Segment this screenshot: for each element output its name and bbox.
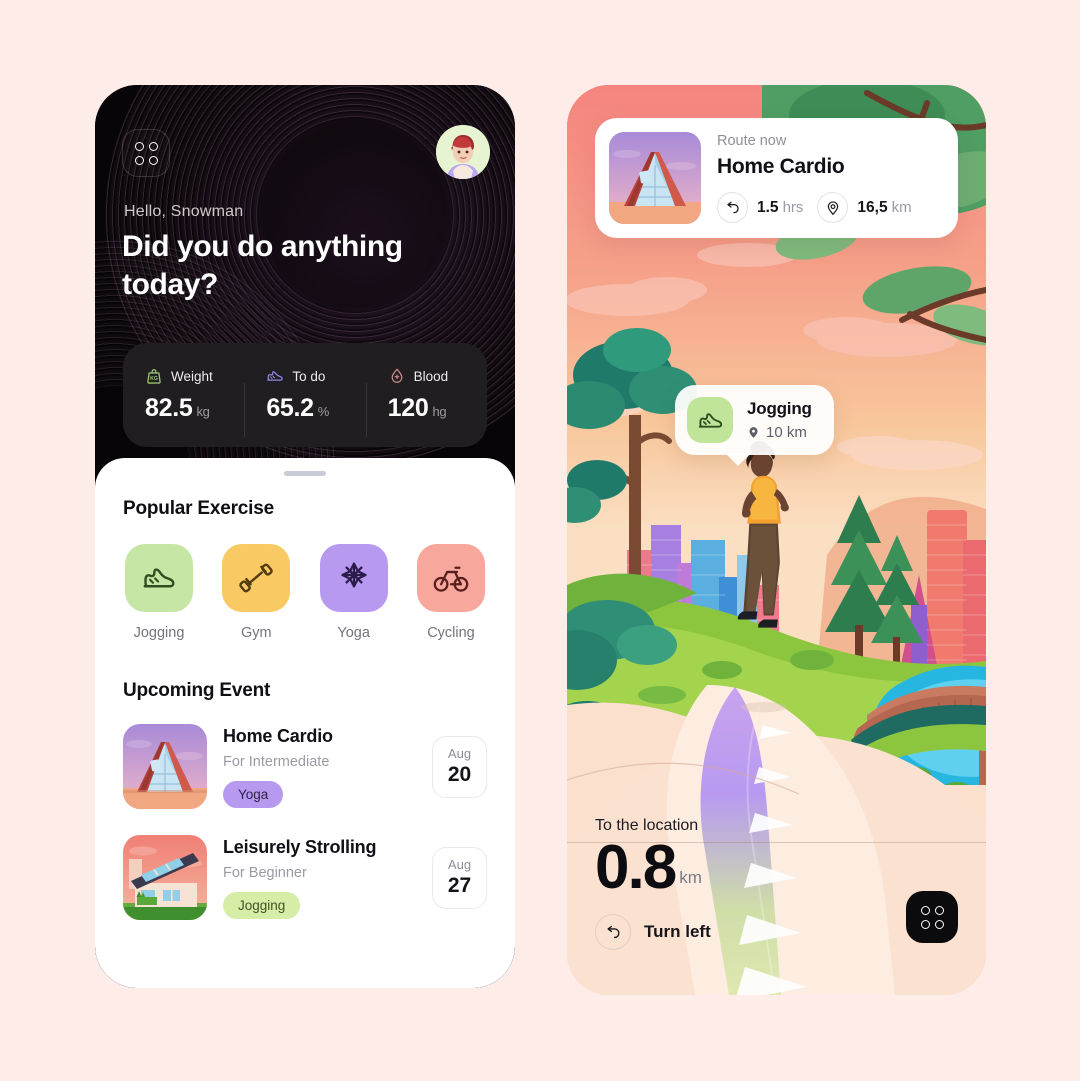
stat-unit: hg	[432, 404, 447, 419]
bottom-sheet: Popular Exercise Jogging Gym Yoga Cyclin…	[95, 458, 515, 988]
upcoming-event-title: Upcoming Event	[123, 680, 271, 701]
stat-todo[interactable]: To do 65.2%	[244, 367, 365, 437]
modern-house-illustration	[123, 835, 207, 920]
stat-blood[interactable]: Blood 120 hg	[365, 367, 487, 437]
shoe-icon	[267, 371, 284, 381]
weight-bag-icon: KG	[147, 369, 161, 384]
tooltip-icon-tile	[687, 397, 733, 443]
stat-unit: %	[317, 404, 330, 419]
exercise-item-gym[interactable]: Gym	[222, 544, 291, 641]
a-frame-house-thumb	[609, 132, 701, 224]
exercise-item-yoga[interactable]: Yoga	[319, 544, 388, 641]
bicycle-icon	[433, 566, 469, 592]
lotus-flower-icon	[340, 562, 367, 588]
stats-card: KG Weight 82.5 kg To do 65.2 % Blood 120…	[123, 343, 487, 447]
event-tag[interactable]: Yoga	[223, 780, 284, 808]
menu-button[interactable]	[122, 129, 170, 177]
stat-label: Blood	[413, 368, 449, 384]
event-subtitle: For Beginner	[223, 864, 307, 881]
exercise-tile	[125, 544, 193, 612]
route-metric-unit: hrs	[782, 198, 804, 216]
a-frame-house-thumb	[123, 724, 207, 809]
route-metric-value: 1.5	[757, 198, 779, 216]
list-item-event[interactable]: Home Cardio For Intermediate Yoga Aug 20	[123, 724, 487, 809]
event-title: Home Cardio	[223, 725, 333, 746]
a-frame-house-illustration	[123, 724, 207, 809]
blood-drop-icon	[391, 368, 403, 383]
svg-text:KG: KG	[150, 376, 158, 382]
dumbbell-icon	[239, 563, 274, 593]
turn-left-arrow-icon	[717, 192, 748, 223]
route-title: Home Cardio	[717, 155, 845, 178]
route-eyebrow: Route now	[717, 133, 787, 149]
exercise-label: Yoga	[337, 625, 370, 641]
event-day: 20	[447, 763, 472, 786]
route-metric-unit: km	[891, 198, 912, 216]
turn-label: Turn left	[644, 922, 711, 941]
stat-unit: kg	[196, 404, 210, 419]
modern-house-thumb	[123, 835, 207, 920]
stat-label: Weight	[171, 368, 213, 384]
tooltip-title: Jogging	[747, 399, 812, 418]
tooltip-distance: 10 km	[766, 424, 807, 441]
exercise-label: Cycling	[427, 625, 475, 641]
phone-left-dashboard: Hello, Snowman Did you do anything today…	[95, 85, 515, 988]
exercise-tile	[222, 544, 291, 612]
exercise-tile	[319, 544, 388, 612]
event-subtitle: For Intermediate	[223, 753, 330, 770]
event-day: 27	[447, 874, 472, 897]
exercise-tile	[416, 544, 485, 612]
nav-distance-value: 0.8	[595, 833, 677, 903]
exercise-label: Gym	[241, 625, 272, 641]
dashboard-hero: Hello, Snowman Did you do anything today…	[95, 85, 515, 485]
event-date-badge: Aug 27	[432, 846, 487, 909]
event-tag[interactable]: Jogging	[223, 891, 301, 919]
route-metric-distance: 16,5 km	[817, 192, 912, 223]
event-month: Aug	[447, 746, 472, 761]
exercise-label: Jogging	[133, 625, 185, 641]
nav-distance-unit: km	[679, 868, 702, 887]
shoe-icon	[143, 568, 175, 588]
stat-label: To do	[292, 368, 326, 384]
stat-value: 120	[387, 394, 429, 422]
stat-value: 82.5	[145, 394, 193, 422]
menu-button[interactable]	[906, 891, 958, 943]
event-month: Aug	[447, 857, 472, 872]
location-pin-icon	[749, 427, 758, 438]
event-date-badge: Aug 20	[432, 735, 487, 798]
route-card[interactable]: Route now Home Cardio 1.5 hrs 16,5 km	[595, 118, 958, 238]
shoe-icon	[698, 412, 722, 428]
route-metrics: 1.5 hrs 16,5 km	[717, 192, 944, 223]
greeting-text: Hello, Snowman	[124, 203, 244, 220]
sheet-grabber-handle[interactable]	[284, 471, 326, 476]
popular-exercise-title: Popular Exercise	[123, 498, 274, 519]
route-metric-duration: 1.5 hrs	[717, 192, 803, 223]
location-pin-icon	[817, 192, 849, 223]
app-mockup-stage: Hello, Snowman Did you do anything today…	[0, 0, 1080, 1081]
phone-right-navigation: Route now Home Cardio 1.5 hrs 16,5 km Jo…	[567, 85, 986, 995]
event-title: Leisurely Strolling	[223, 836, 377, 857]
a-frame-house-illustration	[609, 132, 701, 224]
user-avatar-icon	[436, 125, 490, 179]
grid-dots-icon	[920, 905, 944, 929]
stat-weight[interactable]: KG Weight 82.5 kg	[123, 367, 244, 423]
grid-dots-icon	[134, 141, 158, 165]
turn-left-arrow-icon	[595, 914, 631, 950]
avatar[interactable]	[436, 125, 490, 179]
page-title: Did you do anything today?	[122, 230, 403, 302]
exercise-item-cycling[interactable]: Cycling	[416, 544, 485, 641]
exercise-item-jogging[interactable]: Jogging	[125, 544, 193, 641]
stat-value: 65.2	[266, 394, 314, 422]
route-metric-value: 16,5	[857, 198, 888, 216]
list-item-event[interactable]: Leisurely Strolling For Beginner Jogging…	[123, 835, 487, 920]
popular-exercise-list: Jogging Gym Yoga Cycling	[123, 544, 487, 641]
map-tooltip-jogging[interactable]: Jogging 10 km	[675, 385, 834, 466]
